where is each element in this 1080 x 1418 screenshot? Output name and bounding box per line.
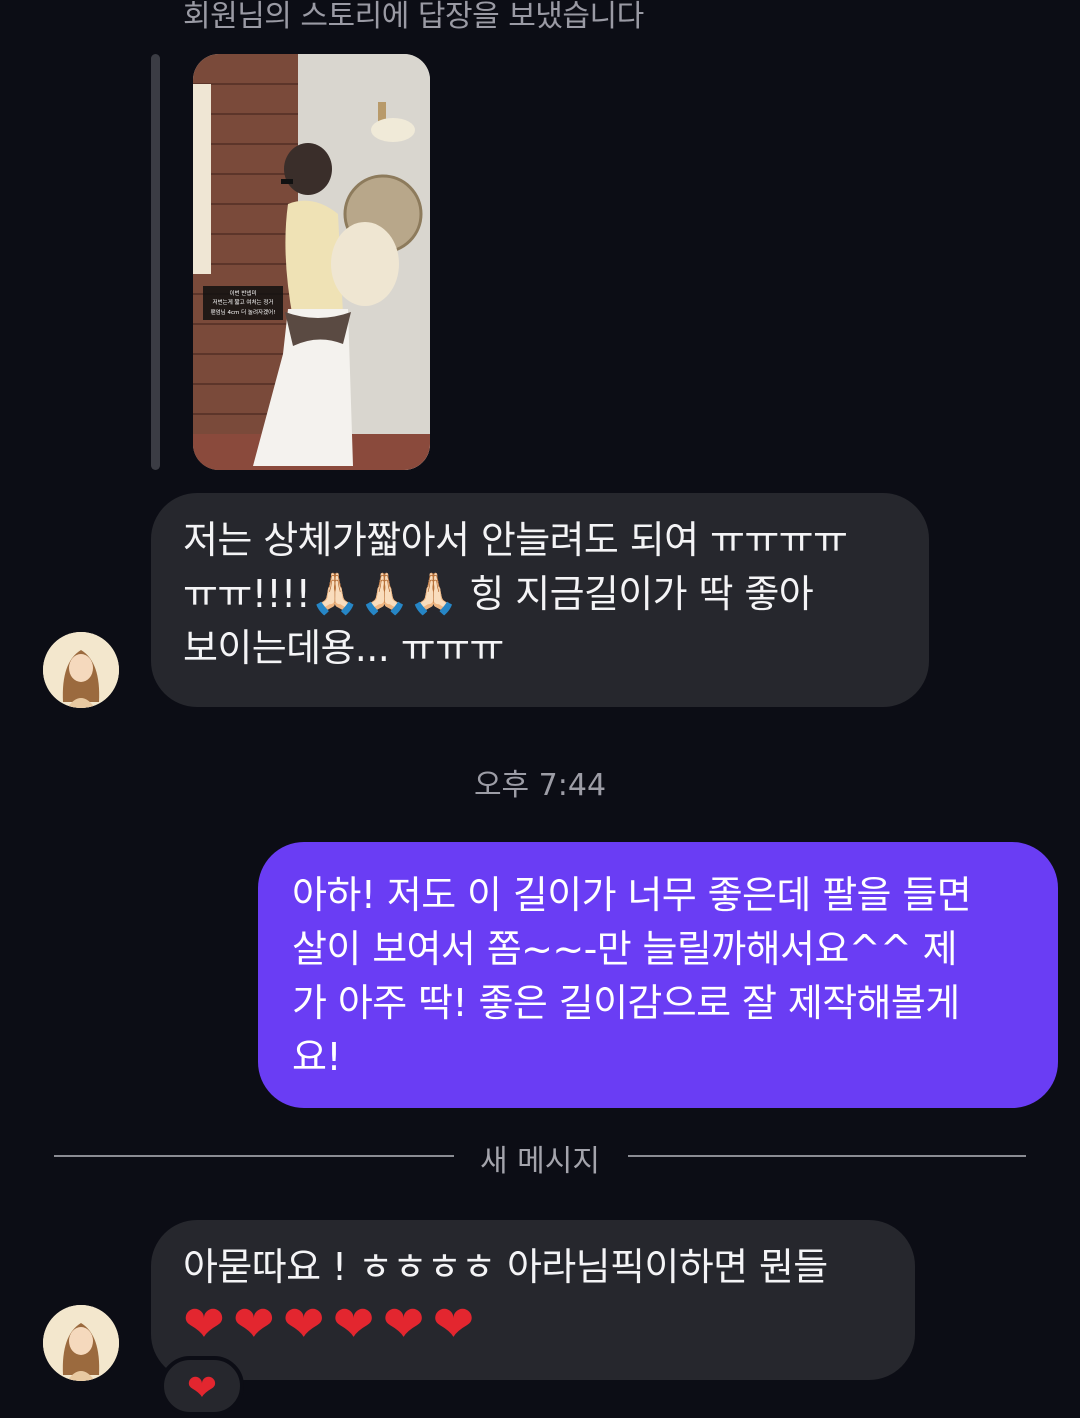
story-thumbnail[interactable]: 이번 반넵미 저번는게 짧고 여처는 정거 팬엄님 4cm 더 놀려자겠어! [193, 54, 430, 470]
message-line: 보이는데용... ㅠㅠㅠ [183, 626, 504, 670]
thumb-caption-line-2: 저번는게 짧고 여처는 정거 [213, 298, 274, 306]
story-reply-caption: 회원님의 스토리에 답장을 보냈습니다 [183, 0, 644, 34]
hearts-emoji: ❤❤❤❤❤❤ [183, 1295, 483, 1353]
message-text: ㅠㅠ!!!! [183, 572, 311, 616]
sender-avatar[interactable] [43, 632, 119, 708]
message-line: ㅠㅠ!!!!🙏🏻🙏🏻🙏🏻 힝 지금길이가 딱 좋아 [183, 567, 897, 621]
message-line: 요! [292, 1035, 342, 1079]
story-photo: 이번 반넵미 저번는게 짧고 여처는 정거 팬엄님 4cm 더 놀려자겠어! [193, 54, 430, 470]
avatar-illustration [43, 1305, 119, 1381]
sender-avatar[interactable] [43, 1305, 119, 1381]
thumb-caption-line-3: 팬엄님 4cm 더 놀려자겠어! [211, 308, 276, 316]
avatar-illustration [43, 632, 119, 708]
incoming-message-bubble[interactable]: 저는 상체가짧아서 안늘려도 되여 ㅠㅠㅠㅠ ㅠㅠ!!!!🙏🏻🙏🏻🙏🏻 힝 지금… [151, 493, 929, 707]
message-line: 가 아주 딱! 좋은 길이감으로 잘 제작해볼게 [292, 981, 960, 1025]
thumb-caption-line-1: 이번 반넵미 [229, 289, 256, 297]
message-line: 살이 보여서 쫌~~-만 늘릴까해서요^^ 제 [292, 927, 958, 971]
folded-hands-emoji: 🙏🏻🙏🏻🙏🏻 [310, 571, 458, 617]
heart-reaction[interactable]: ❤ [160, 1356, 244, 1416]
message-line: 저는 상체가짧아서 안늘려도 되여 ㅠㅠㅠㅠ [183, 518, 848, 562]
message-line: 아하! 저도 이 길이가 너무 좋은데 팔을 들면 [292, 873, 972, 917]
outgoing-message-bubble[interactable]: 아하! 저도 이 길이가 너무 좋은데 팔을 들면 살이 보여서 쫌~~-만 늘… [258, 842, 1058, 1108]
message-text: 힝 지금길이가 딱 좋아 [457, 572, 814, 616]
incoming-message-bubble[interactable]: 아묻따요 ! ㅎㅎㅎㅎ 아라님픽이하면 뭔들 ❤❤❤❤❤❤ [151, 1220, 915, 1380]
divider-line-right [628, 1155, 1026, 1157]
story-reply-quote-bar [151, 54, 160, 470]
new-messages-label: 새 메시지 [480, 1144, 600, 1179]
message-line: 아묻따요 ! ㅎㅎㅎㅎ 아라님픽이하면 뭔들 [183, 1245, 828, 1289]
message-timestamp: 오후 7:44 [473, 768, 607, 803]
